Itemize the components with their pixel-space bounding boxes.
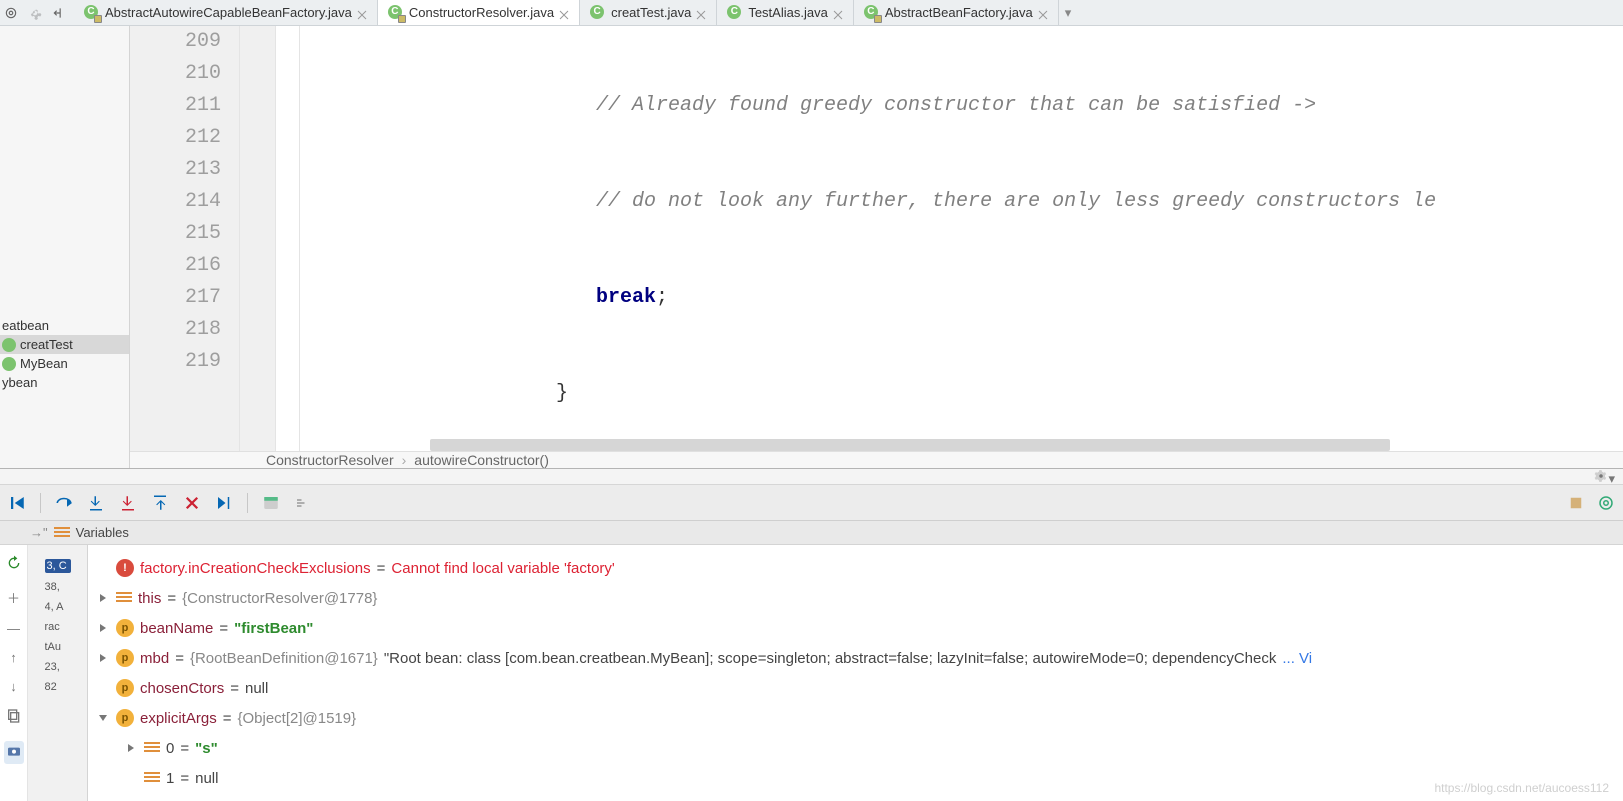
- object-icon: [144, 772, 160, 784]
- camera-icon[interactable]: [4, 741, 24, 764]
- expand-icon[interactable]: [126, 740, 138, 757]
- variables-tree[interactable]: ! factory.inCreationCheckExclusions = Ca…: [88, 545, 1623, 801]
- view-link[interactable]: ... Vi: [1282, 650, 1312, 667]
- step-out-icon[interactable]: [149, 492, 171, 514]
- object-icon: [144, 742, 160, 754]
- copy-icon[interactable]: [6, 708, 22, 727]
- run-to-cursor-icon[interactable]: [213, 492, 235, 514]
- param-icon: p: [116, 619, 134, 637]
- separator: [247, 493, 248, 513]
- project-tree[interactable]: eatbean creatTest MyBean ybean: [0, 26, 130, 468]
- breadcrumb[interactable]: ConstructorResolver › autowireConstructo…: [130, 451, 1623, 468]
- tab-label: creatTest.java: [611, 5, 691, 20]
- breadcrumb-class[interactable]: ConstructorResolver: [266, 452, 394, 468]
- separator: [40, 493, 41, 513]
- code-text: ;: [656, 286, 668, 309]
- line-number-gutter: 209 210 211 212 213 214 215 216 217 218 …: [130, 26, 240, 451]
- step-over-icon[interactable]: [53, 492, 75, 514]
- editor-tab-bar: C AbstractAutowireCapableBeanFactory.jav…: [0, 0, 1623, 26]
- show-execution-point-icon[interactable]: [6, 492, 28, 514]
- tab-creat-test[interactable]: C creatTest.java: [580, 0, 717, 25]
- java-class-icon: C: [864, 5, 880, 21]
- add-icon[interactable]: ＋: [7, 588, 20, 607]
- project-item-mybean[interactable]: MyBean: [0, 354, 129, 373]
- debug-toolbar: [0, 485, 1623, 521]
- variables-panel-header[interactable]: →" Variables: [0, 521, 1623, 545]
- close-icon[interactable]: [559, 8, 569, 18]
- pin-icon[interactable]: →": [30, 525, 48, 540]
- project-item-ybean[interactable]: ybean: [0, 373, 129, 392]
- debugger-panel: ▾ →" Variables: [0, 468, 1623, 801]
- tab-label: ConstructorResolver.java: [409, 5, 554, 20]
- drop-frame-icon[interactable]: [181, 492, 203, 514]
- code-line: // Already found greedy constructor that…: [376, 94, 1316, 117]
- breadcrumb-method[interactable]: autowireConstructor(): [414, 452, 549, 468]
- close-icon[interactable]: [833, 8, 843, 18]
- step-into-icon[interactable]: [85, 492, 107, 514]
- tab-label: AbstractAutowireCapableBeanFactory.java: [105, 5, 352, 20]
- error-icon: !: [116, 559, 134, 577]
- tab-test-alias[interactable]: C TestAlias.java: [717, 0, 853, 25]
- expand-icon[interactable]: [98, 620, 110, 637]
- tab-constructor-resolver[interactable]: C ConstructorResolver.java: [378, 0, 580, 25]
- variables-icon: [54, 527, 70, 539]
- fold-gutter: [276, 26, 300, 451]
- expand-icon[interactable]: [98, 650, 110, 667]
- tab-abstract-autowire[interactable]: C AbstractAutowireCapableBeanFactory.jav…: [74, 0, 378, 25]
- trace-icon[interactable]: [292, 492, 314, 514]
- remove-icon[interactable]: —: [7, 621, 20, 636]
- code-line: // do not look any further, there are on…: [376, 190, 1436, 213]
- java-class-icon: C: [84, 5, 100, 21]
- tab-label: TestAlias.java: [748, 5, 827, 20]
- expand-icon[interactable]: [98, 590, 110, 607]
- collapse-icon[interactable]: [98, 710, 110, 727]
- code-area[interactable]: // Already found greedy constructor that…: [300, 26, 1623, 451]
- var-beanname-row[interactable]: p beanName = "firstBean": [98, 613, 1613, 643]
- code-keyword: break: [596, 286, 656, 309]
- down-icon[interactable]: ↓: [10, 679, 17, 694]
- java-class-icon: C: [388, 5, 404, 21]
- evaluate-expression-icon[interactable]: [260, 492, 282, 514]
- horizontal-scrollbar[interactable]: [430, 439, 1390, 451]
- tab-abstract-bean-factory[interactable]: C AbstractBeanFactory.java: [854, 0, 1059, 25]
- chevron-right-icon: ›: [402, 452, 407, 468]
- project-item-eatbean[interactable]: eatbean: [0, 316, 129, 335]
- java-class-icon: C: [590, 5, 606, 21]
- close-icon[interactable]: [696, 8, 706, 18]
- project-item-creat-test[interactable]: creatTest: [0, 335, 129, 354]
- var-explicit-row[interactable]: p explicitArgs = {Object[2]@1519}: [98, 703, 1613, 733]
- up-icon[interactable]: ↑: [10, 650, 17, 665]
- param-icon: p: [116, 709, 134, 727]
- collapse-icon[interactable]: [50, 4, 68, 22]
- var-mbd-row[interactable]: p mbd = {RootBeanDefinition@1671} "Root …: [98, 643, 1613, 673]
- code-line: }: [376, 382, 568, 405]
- force-step-into-icon[interactable]: [117, 492, 139, 514]
- param-icon: p: [116, 679, 134, 697]
- target-icon[interactable]: [2, 4, 20, 22]
- variables-title: Variables: [76, 525, 129, 540]
- var-this-row[interactable]: this = {ConstructorResolver@1778}: [98, 583, 1613, 613]
- debug-side-controls: ＋ — ↑ ↓: [0, 545, 28, 801]
- tabs-overflow-icon[interactable]: ▾: [1059, 0, 1078, 25]
- var-chosen-row[interactable]: p chosenCtors = null: [98, 673, 1613, 703]
- tab-label: AbstractBeanFactory.java: [885, 5, 1033, 20]
- var-array-0-row[interactable]: 0 = "s": [98, 733, 1613, 763]
- mute-breakpoints-icon[interactable]: [1565, 492, 1587, 514]
- var-array-1-row[interactable]: 1 = null: [98, 763, 1613, 793]
- settings-icon[interactable]: [1595, 492, 1617, 514]
- restart-icon[interactable]: [6, 555, 22, 574]
- close-icon[interactable]: [357, 8, 367, 18]
- param-icon: p: [116, 649, 134, 667]
- watermark-text: https://blog.csdn.net/aucoess112: [1434, 781, 1609, 795]
- object-icon: [116, 592, 132, 604]
- close-icon[interactable]: [1038, 8, 1048, 18]
- marker-gutter: [240, 26, 276, 451]
- java-class-icon: C: [727, 5, 743, 21]
- gear-icon[interactable]: [26, 4, 44, 22]
- code-editor[interactable]: 209 210 211 212 213 214 215 216 217 218 …: [130, 26, 1623, 451]
- var-error-row[interactable]: ! factory.inCreationCheckExclusions = Ca…: [98, 553, 1613, 583]
- frames-mini-list[interactable]: 3, C 38, 4, A rac tAu 23, 82: [28, 545, 88, 801]
